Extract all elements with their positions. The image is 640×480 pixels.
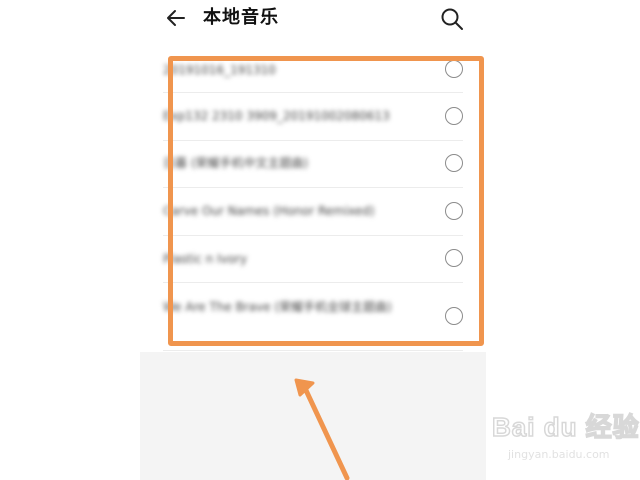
divider: [163, 235, 463, 236]
watermark-url: jingyan.baidu.com: [508, 448, 610, 461]
song-row[interactable]: Exp132 2310 3909_20191002080613: [163, 98, 463, 138]
watermark-logo: Bai du 经验: [491, 411, 640, 443]
song-row[interactable]: Plastic n Ivory: [163, 241, 463, 281]
song-title: Plastic n Ivory: [163, 252, 248, 266]
song-row[interactable]: Carve Our Names (Honor Remixed): [163, 193, 463, 233]
back-arrow-icon[interactable]: [164, 6, 188, 30]
song-title: We Are The Brave (荣耀手机全球主题曲): [163, 300, 392, 314]
song-title: Carve Our Names (Honor Remixed): [163, 204, 375, 218]
song-title: Exp132 2310 3909_20191002080613: [163, 109, 390, 123]
divider: [163, 92, 463, 93]
select-radio[interactable]: [445, 60, 463, 78]
divider: [163, 282, 463, 283]
song-title: 20191016_191310: [163, 63, 276, 77]
song-title: 日暮 (荣耀手机中文主题曲): [163, 156, 309, 170]
divider: [163, 350, 463, 351]
divider: [163, 140, 463, 141]
song-row[interactable]: 20191016_191310: [163, 56, 463, 86]
select-radio[interactable]: [445, 202, 463, 220]
divider: [163, 187, 463, 188]
select-radio[interactable]: [445, 249, 463, 267]
annotation-arrow-icon: [294, 378, 350, 480]
app-header: [140, 0, 486, 44]
page-title: 本地音乐: [203, 7, 279, 28]
search-icon[interactable]: [439, 6, 465, 32]
select-radio[interactable]: [445, 154, 463, 172]
select-radio[interactable]: [445, 307, 463, 325]
song-row[interactable]: We Are The Brave (荣耀手机全球主题曲): [163, 288, 463, 348]
select-radio[interactable]: [445, 107, 463, 125]
song-row[interactable]: 日暮 (荣耀手机中文主题曲): [163, 146, 463, 186]
